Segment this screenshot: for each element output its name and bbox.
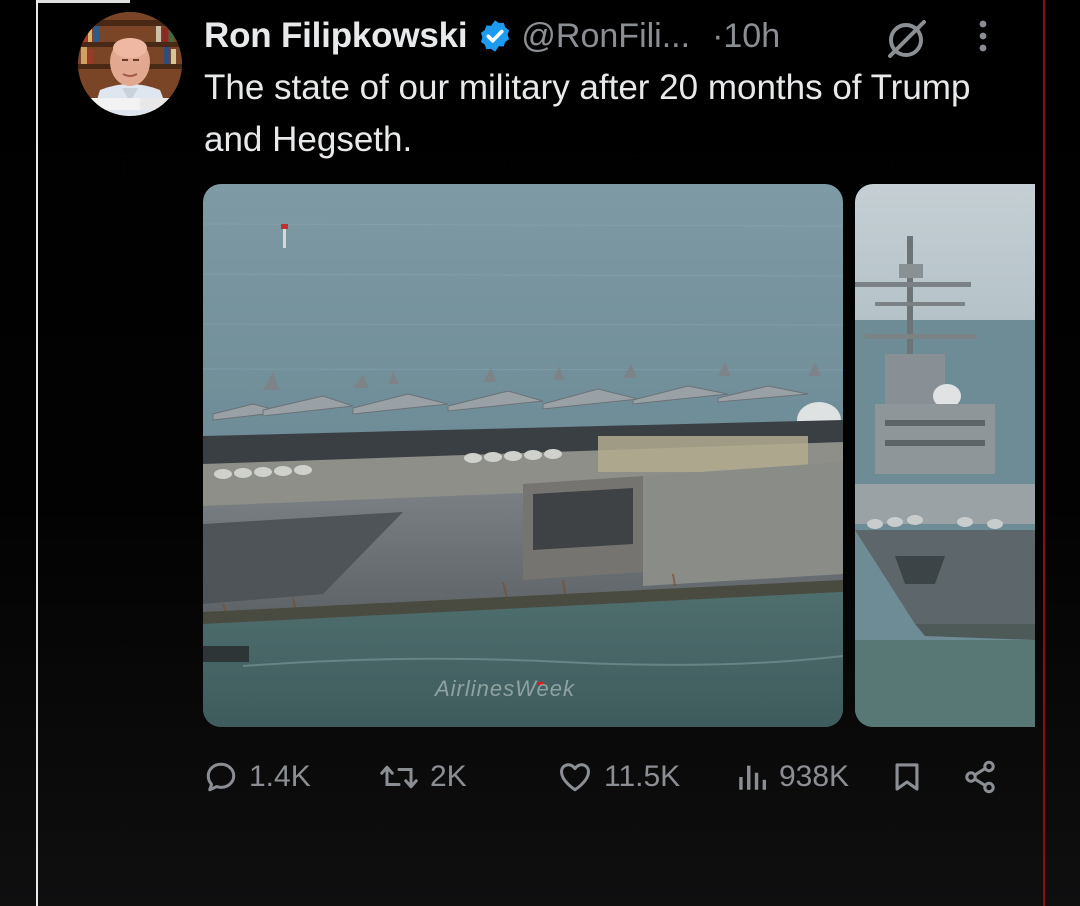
reply-button[interactable]: 1.4K (203, 752, 311, 802)
post-text: The state of our military after 20 month… (204, 68, 971, 159)
verified-badge-icon (481, 20, 510, 52)
bookmark-icon (895, 763, 919, 791)
post-action-bar: 1.4K 2K 11.5K 938K (0, 752, 1080, 802)
media-image-2[interactable] (855, 184, 1035, 727)
image-watermark: AirlinesWeek (435, 676, 575, 701)
share-button[interactable] (962, 752, 1008, 802)
media-image-1[interactable]: AirlinesWeek (203, 184, 843, 727)
author-name[interactable]: Ron Filipkowski (204, 16, 468, 56)
post-timestamp[interactable]: ·10h (712, 17, 780, 56)
views-button[interactable]: 938K (735, 752, 849, 802)
repost-icon (380, 765, 418, 789)
repost-count: 2K (430, 760, 467, 793)
repost-button[interactable]: 2K (378, 752, 467, 802)
views-count: 938K (779, 760, 850, 793)
avatar[interactable] (78, 12, 182, 116)
reply-count: 1.4K (249, 760, 311, 793)
share-icon (965, 760, 995, 794)
like-count: 11.5K (604, 760, 681, 793)
like-button[interactable]: 11.5K (556, 752, 680, 802)
author-handle[interactable]: @RonFili... (521, 17, 690, 56)
views-chart-icon (739, 765, 767, 790)
post-header: Ron Filipkowski @RonFili... ·10h (204, 14, 780, 58)
heart-icon (560, 763, 590, 792)
more-options-icon[interactable] (970, 16, 996, 56)
grok-icon[interactable] (884, 16, 930, 60)
reply-icon (206, 762, 236, 792)
bookmark-button[interactable] (890, 752, 934, 802)
top-edge-bar (36, 0, 130, 3)
